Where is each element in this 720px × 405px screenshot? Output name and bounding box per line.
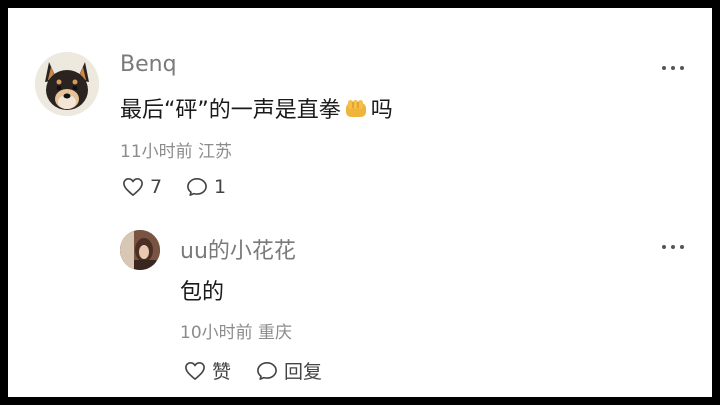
comment-meta: 11小时前 江苏 <box>120 137 232 162</box>
reply-text: 包的 <box>180 280 225 305</box>
comment-text-main: 最后“砰”的一声是直拳 <box>120 98 341 123</box>
shiba-avatar[interactable] <box>35 52 99 116</box>
comment-text: 最后“砰”的一声是直拳 吗 <box>120 92 393 126</box>
reply-like-button[interactable]: 赞 <box>184 357 231 384</box>
reply-meta: 10小时前 重庆 <box>180 318 292 343</box>
comment-bubble-icon <box>257 361 277 380</box>
comment-text-end: 吗 <box>370 98 393 123</box>
reply-like-label: 赞 <box>212 361 232 383</box>
comment-bubble-icon <box>187 178 207 196</box>
like-button[interactable]: 7 <box>122 176 162 198</box>
comment-thread: Benq 最后“砰”的一声是直拳 吗 11小时前 江苏 7 1 uu的小花花 包… <box>8 8 712 397</box>
comment-username[interactable]: Benq <box>120 52 177 77</box>
like-count: 7 <box>150 176 163 198</box>
reply-user-avatar[interactable] <box>120 230 160 270</box>
comment-time: 11小时前 <box>120 142 193 162</box>
reply-button[interactable]: 1 <box>186 176 226 198</box>
reply-reply-label: 回复 <box>284 361 323 383</box>
reply-location: 重庆 <box>258 323 293 343</box>
reply-time: 10小时前 <box>180 323 253 343</box>
fist-emoji-icon <box>343 98 369 126</box>
comment-location: 江苏 <box>198 142 233 162</box>
more-options-icon[interactable] <box>658 60 688 76</box>
reply-more-options-icon[interactable] <box>658 239 688 255</box>
heart-icon <box>123 178 143 196</box>
reply-count: 1 <box>214 176 227 198</box>
reply-reply-button[interactable]: 回复 <box>256 357 322 384</box>
reply-username[interactable]: uu的小花花 <box>180 233 296 265</box>
heart-icon <box>185 361 205 380</box>
